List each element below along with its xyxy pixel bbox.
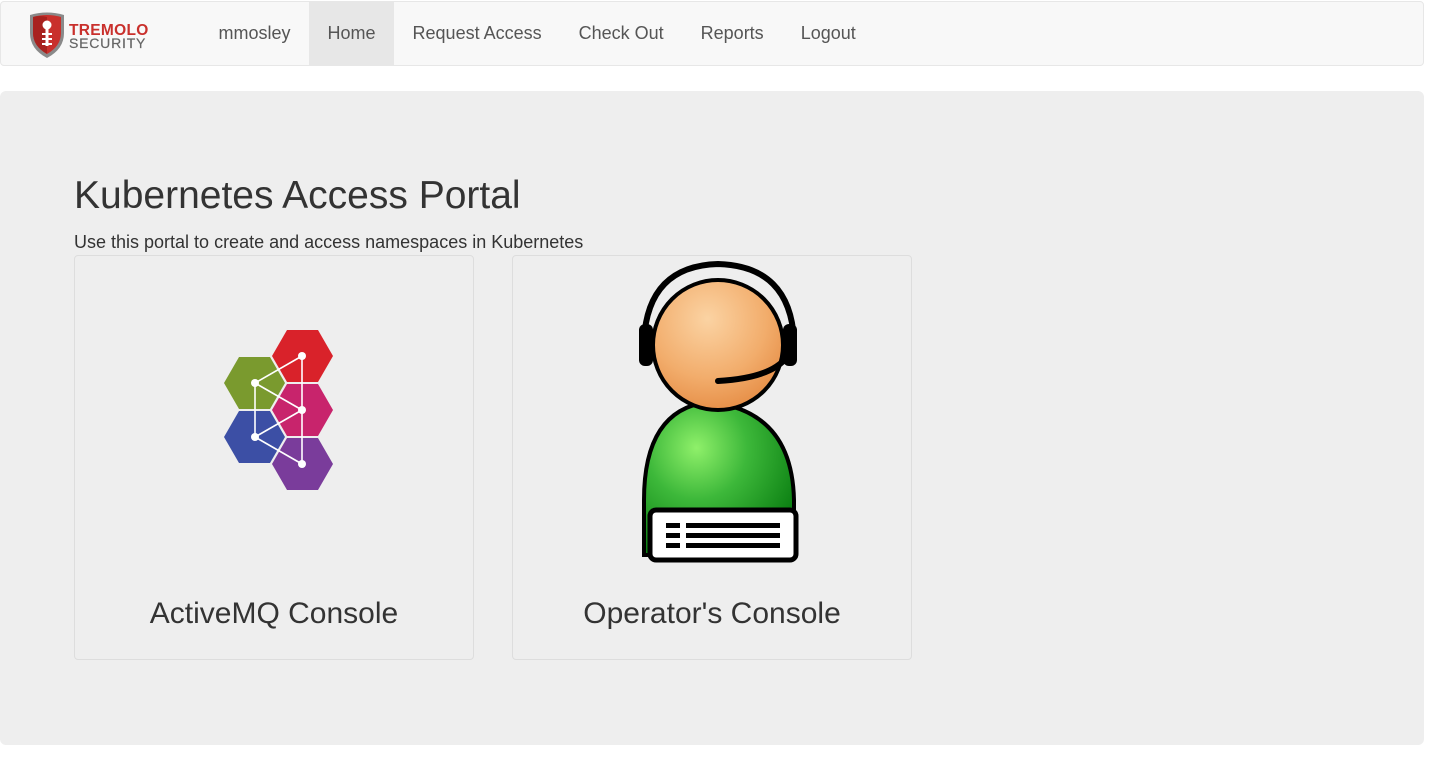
tile-image: [75, 256, 473, 566]
tile-label: Operator's Console: [583, 597, 841, 630]
tile-activemq-console[interactable]: ActiveMQ Console: [74, 255, 474, 660]
operator-headset-icon: [639, 260, 799, 563]
tile-operators-console[interactable]: Operator's Console: [512, 255, 912, 660]
nav-menu: mmosley Home Request Access Check Out Re…: [200, 2, 874, 65]
nav-item-check-out[interactable]: Check Out: [560, 2, 682, 65]
nav-item-username[interactable]: mmosley: [200, 2, 309, 65]
nav-item-request-access[interactable]: Request Access: [394, 2, 560, 65]
page-title: Kubernetes Access Portal: [74, 174, 521, 217]
nav-item-reports[interactable]: Reports: [682, 2, 782, 65]
tremolo-security-logo[interactable]: TREMOLO SECURITY: [28, 11, 170, 59]
nav-item-logout[interactable]: Logout: [782, 2, 874, 65]
brand-line2: SECURITY: [69, 35, 146, 51]
tile-image: [513, 256, 911, 566]
page-subtitle: Use this portal to create and access nam…: [74, 232, 584, 252]
activemq-hexagon-icon: [224, 330, 333, 490]
nav-item-home[interactable]: Home: [309, 2, 395, 65]
top-navbar: TREMOLO SECURITY mmosley Home Request Ac…: [0, 1, 1424, 66]
tile-label: ActiveMQ Console: [149, 597, 399, 630]
